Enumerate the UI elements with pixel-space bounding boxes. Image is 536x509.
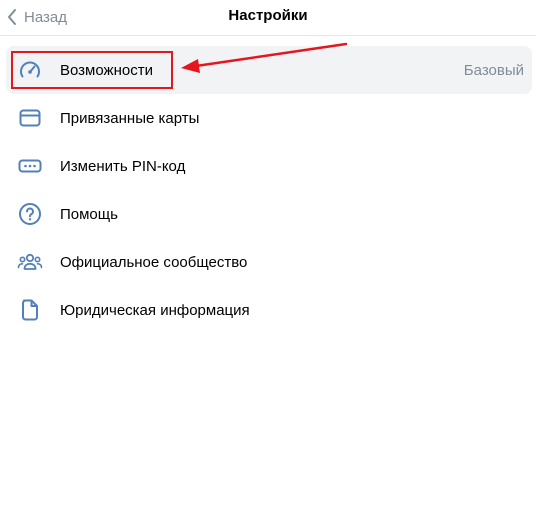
menu-item-label: Юридическая информация — [60, 301, 250, 319]
plan-value: Базовый — [463, 61, 524, 79]
menu-item-change-pin[interactable]: Изменить PIN-код — [0, 142, 536, 190]
document-icon — [17, 298, 43, 322]
menu-item-help[interactable]: Помощь — [0, 190, 536, 238]
credit-card-icon — [17, 106, 43, 130]
menu-item-label: Изменить PIN-код — [60, 157, 186, 175]
community-icon — [17, 250, 43, 274]
help-circle-icon — [17, 202, 43, 226]
speedometer-icon — [17, 58, 43, 82]
menu-item-features[interactable]: Возможности Базовый — [6, 46, 532, 94]
pin-code-icon — [17, 154, 43, 178]
page-title: Настройки — [228, 7, 308, 24]
menu-item-label: Официальное сообщество — [60, 253, 248, 271]
settings-menu: Возможности Базовый Привязанные карты Из… — [0, 46, 536, 334]
menu-item-community[interactable]: Официальное сообщество — [0, 238, 536, 286]
menu-item-label: Помощь — [60, 205, 118, 223]
header-bar: Назад Настройки — [0, 0, 536, 36]
menu-item-legal-info[interactable]: Юридическая информация — [0, 286, 536, 334]
menu-item-label: Возможности — [60, 61, 153, 79]
menu-item-label: Привязанные карты — [60, 109, 200, 127]
menu-item-linked-cards[interactable]: Привязанные карты — [0, 94, 536, 142]
